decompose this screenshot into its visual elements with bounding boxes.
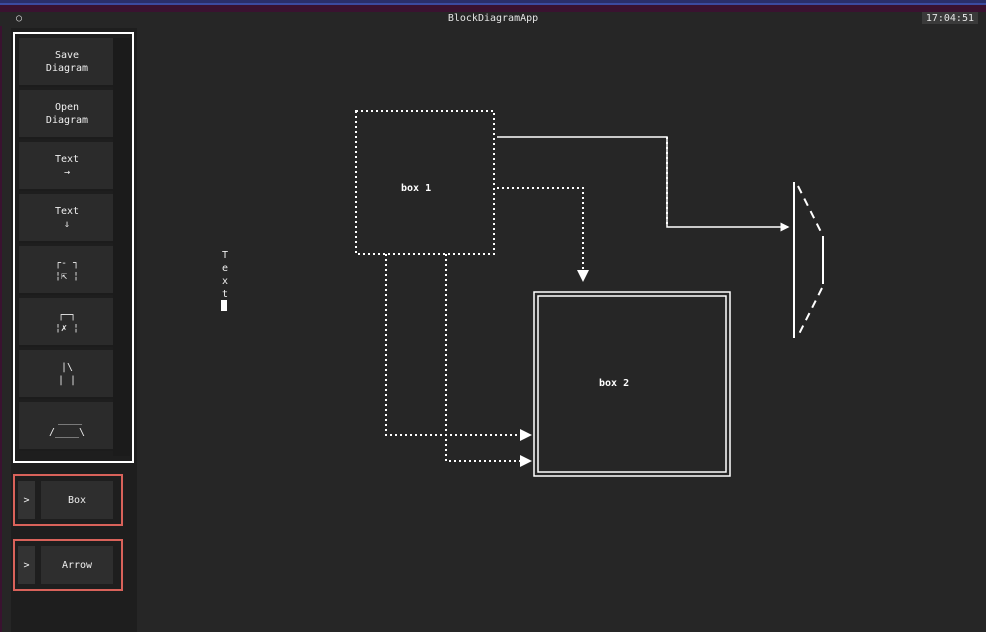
text-cursor bbox=[221, 300, 227, 311]
solid-arrow[interactable] bbox=[497, 136, 790, 232]
box-1-label: box 1 bbox=[401, 183, 432, 194]
dotted-arrow-down[interactable] bbox=[497, 187, 589, 282]
trapezoid-shape[interactable] bbox=[793, 182, 824, 338]
box-2-label: box 2 bbox=[599, 378, 630, 389]
dotted-arrow-right[interactable] bbox=[445, 254, 532, 467]
diagram-canvas[interactable] bbox=[0, 0, 986, 632]
dotted-arrow-left[interactable] bbox=[385, 254, 532, 441]
box-2[interactable] bbox=[533, 291, 731, 477]
vertical-text[interactable]: Text bbox=[221, 249, 229, 301]
